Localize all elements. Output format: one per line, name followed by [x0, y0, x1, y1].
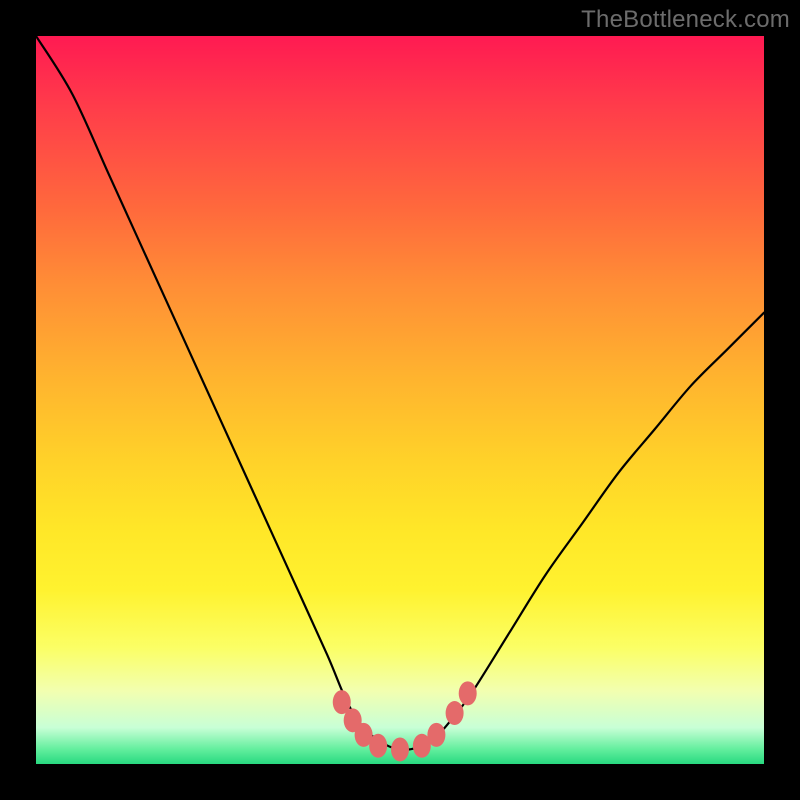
- curve-marker: [459, 681, 477, 705]
- plot-area: [36, 36, 764, 764]
- curve-marker: [446, 701, 464, 725]
- watermark-text: TheBottleneck.com: [581, 6, 790, 34]
- bottleneck-curve: [36, 36, 764, 750]
- curve-svg: [36, 36, 764, 764]
- chart-frame: TheBottleneck.com: [0, 0, 800, 800]
- curve-marker: [369, 734, 387, 758]
- curve-markers: [333, 681, 477, 761]
- curve-marker: [427, 723, 445, 747]
- curve-marker: [391, 737, 409, 761]
